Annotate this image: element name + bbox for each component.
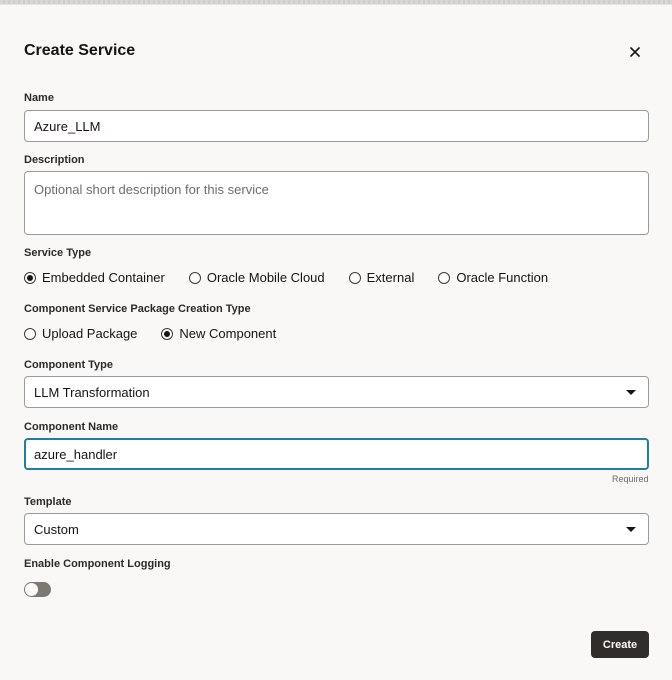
radio-circle-checked[interactable] <box>161 327 174 340</box>
radio-circle[interactable] <box>24 327 36 340</box>
name-label: Name <box>24 92 54 104</box>
component-type-value: LLM Transformation <box>34 384 150 400</box>
close-button[interactable] <box>624 41 646 63</box>
dropdown-caret-icon <box>626 527 636 532</box>
radio-circle[interactable] <box>188 271 201 284</box>
description-label: Description <box>24 154 85 166</box>
create-service-dialog: Create Service <box>0 5 672 680</box>
component-name-input[interactable]: azure_handler <box>24 438 649 470</box>
package-creation-label: Component Service Package Creation Type <box>24 303 251 315</box>
radio-new-component[interactable]: New Component <box>161 326 276 341</box>
dropdown-caret-icon <box>626 390 636 395</box>
close-icon <box>630 47 640 57</box>
name-input[interactable]: Azure_LLM <box>24 110 649 142</box>
radio-oracle-function[interactable]: Oracle Function <box>438 270 548 285</box>
radio-label: Oracle Mobile Cloud <box>206 270 325 285</box>
dialog-title: Create Service <box>24 42 136 59</box>
template-select[interactable]: Custom <box>24 513 649 545</box>
component-type-label: Component Type <box>24 359 114 371</box>
template-label: Template <box>24 496 72 508</box>
description-textarea[interactable]: Optional short description for this serv… <box>24 171 649 235</box>
toggle-knob <box>25 583 38 596</box>
radio-upload-package[interactable]: Upload Package <box>24 326 137 341</box>
radio-label: Upload Package <box>42 326 138 341</box>
logging-toggle[interactable] <box>24 582 51 597</box>
radio-external[interactable]: External <box>348 270 415 285</box>
radio-label: External <box>366 270 415 285</box>
required-helper: Required <box>612 474 649 484</box>
package-creation-radio-group: Upload Package New Component <box>24 326 300 341</box>
radio-circle[interactable] <box>348 271 361 284</box>
radio-embedded-container[interactable]: Embedded Container <box>24 270 165 285</box>
component-name-label: Component Name <box>24 421 119 433</box>
radio-circle-checked[interactable] <box>24 271 36 284</box>
service-type-label: Service Type <box>24 247 92 259</box>
radio-oracle-mobile-cloud[interactable]: Oracle Mobile Cloud <box>188 270 325 285</box>
create-button[interactable]: Create <box>591 631 649 658</box>
template-value: Custom <box>34 521 79 537</box>
component-type-select[interactable]: LLM Transformation <box>24 376 649 408</box>
service-type-radio-group: Embedded Container Oracle Mobile Cloud E… <box>24 270 572 285</box>
radio-circle[interactable] <box>438 271 451 284</box>
logging-label: Enable Component Logging <box>24 558 171 570</box>
radio-label: New Component <box>179 326 277 341</box>
radio-label: Oracle Function <box>456 270 549 285</box>
radio-label: Embedded Container <box>42 270 165 285</box>
